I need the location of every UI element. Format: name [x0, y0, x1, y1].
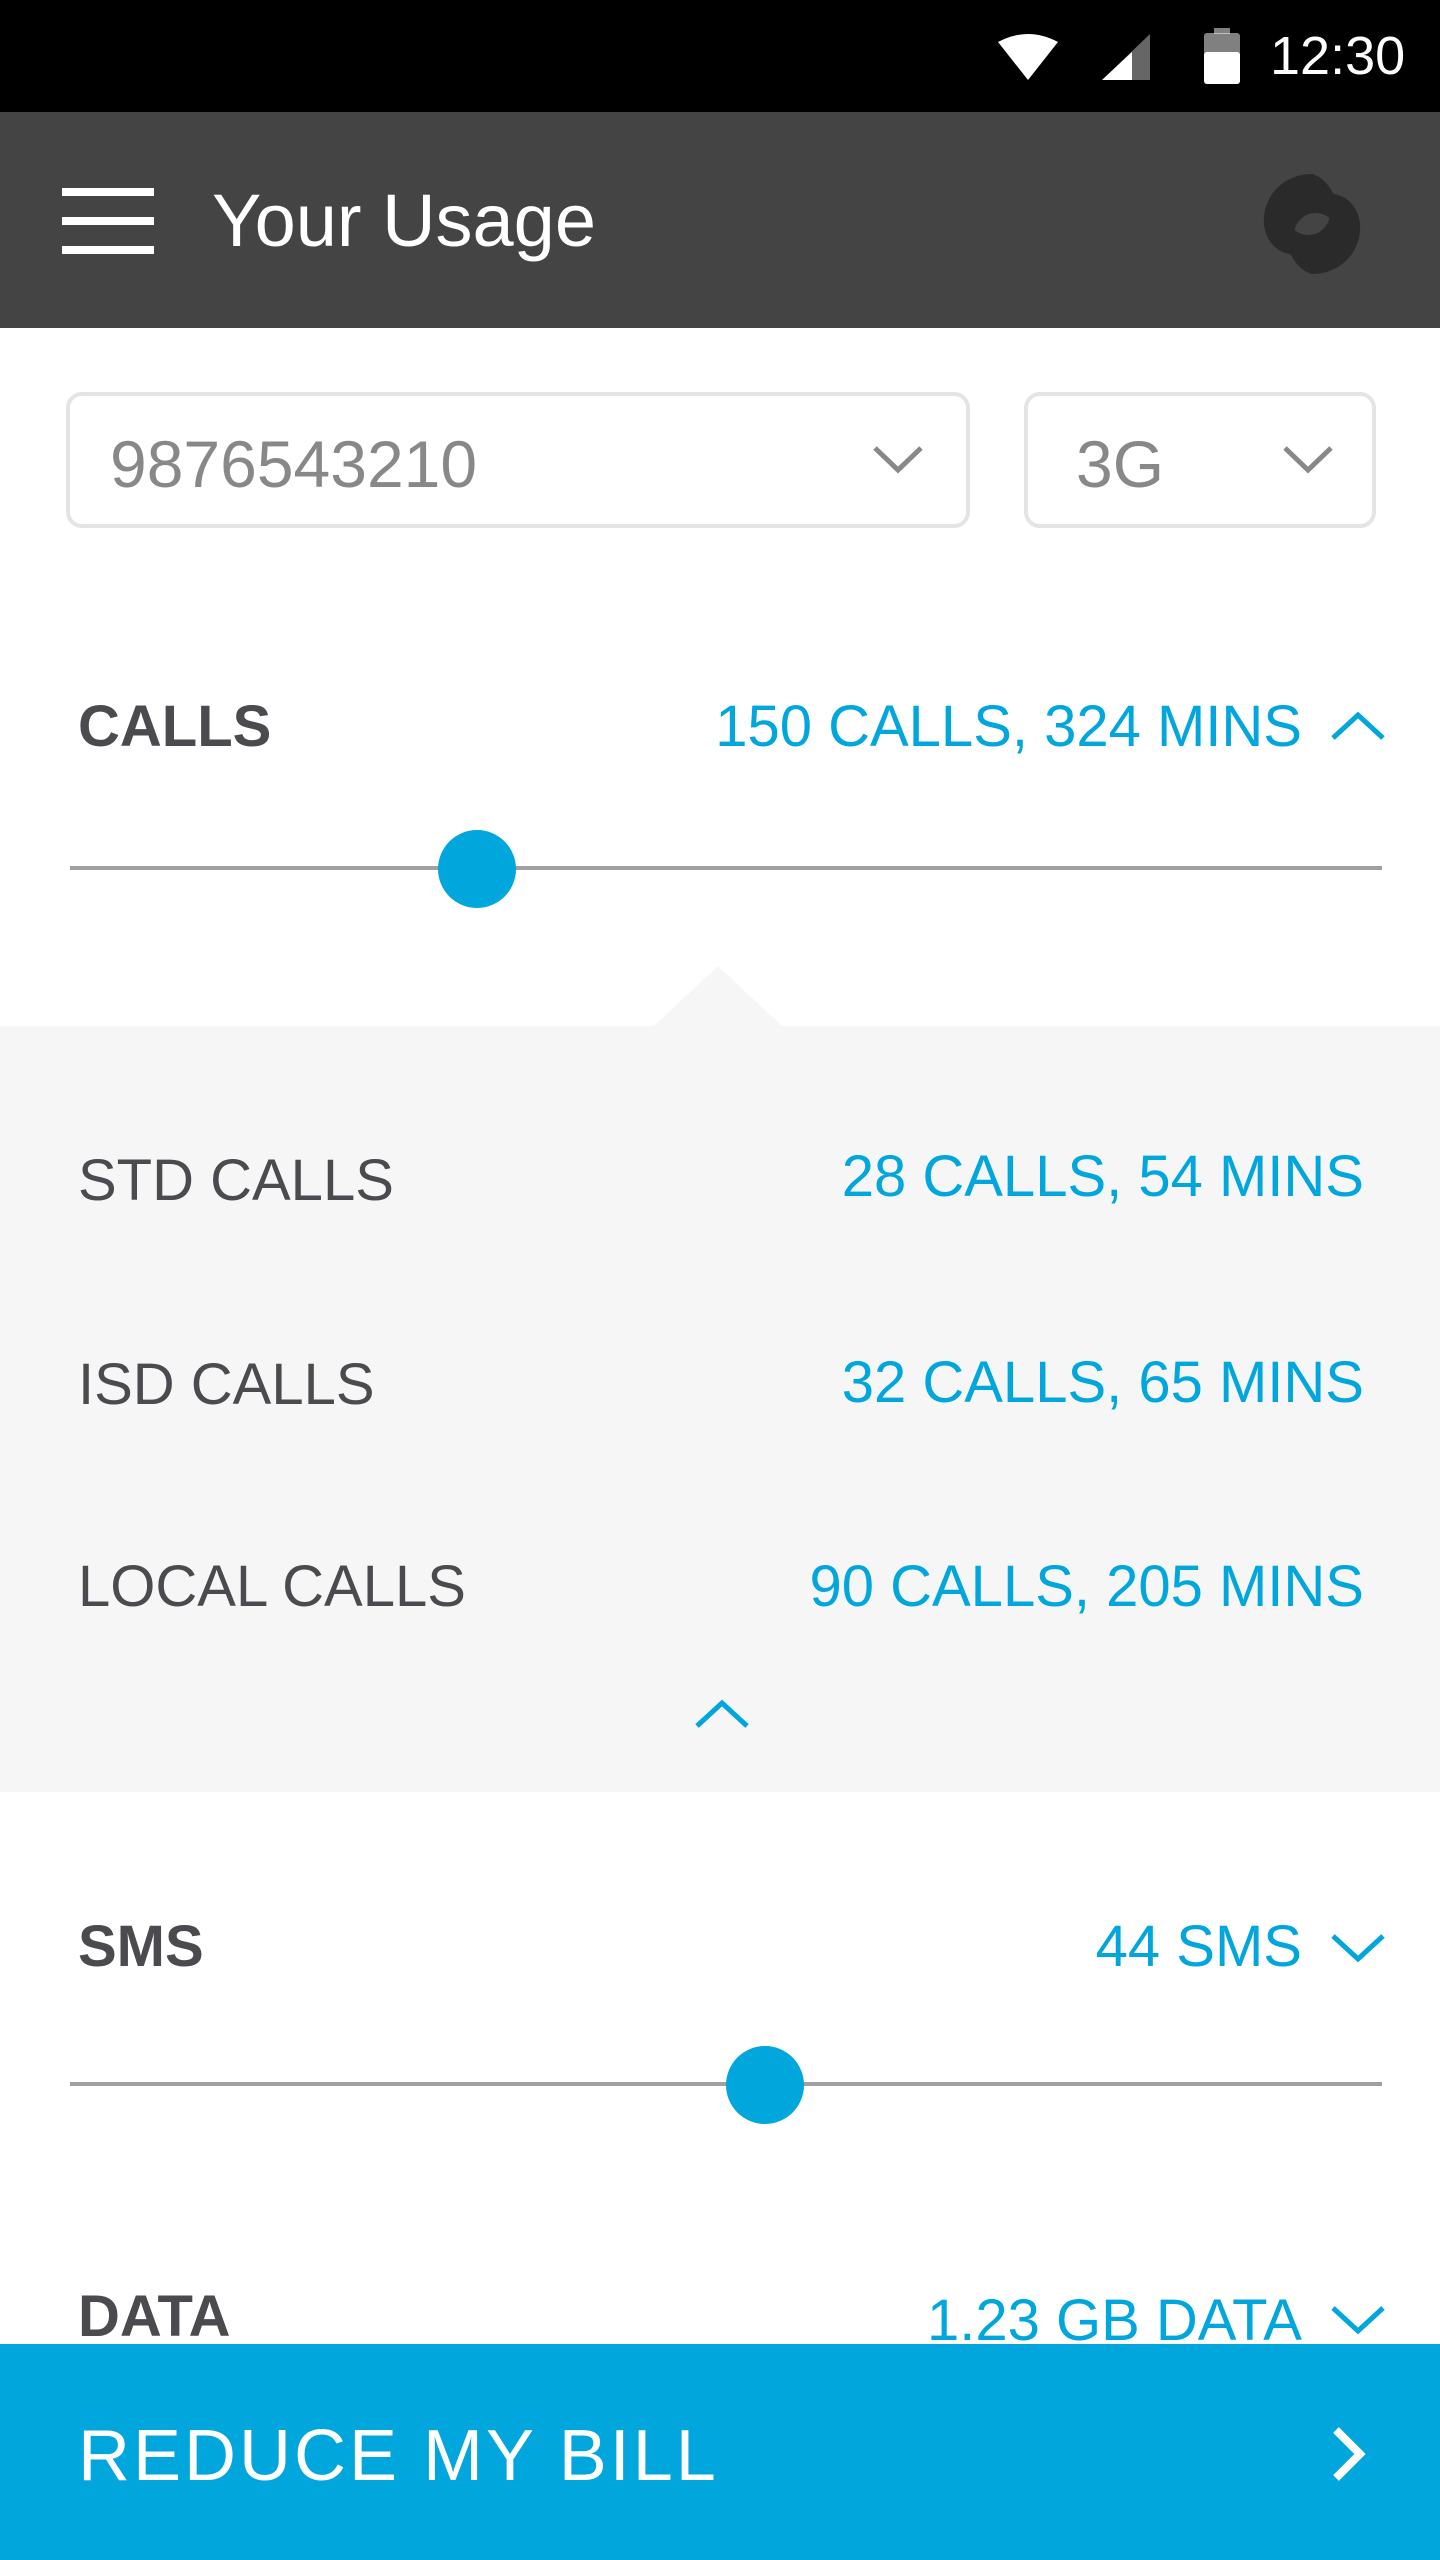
hamburger-menu-icon[interactable] — [62, 188, 154, 254]
chevron-right-icon — [1328, 2424, 1368, 2489]
calls-summary[interactable]: 150 CALLS, 324 MINS — [715, 692, 1302, 762]
local-calls-label: LOCAL CALLS — [78, 1554, 466, 1619]
reduce-bill-button[interactable]: REDUCE MY BILL — [0, 2344, 1440, 2560]
sms-label: SMS — [78, 1914, 204, 1979]
cell-signal-icon — [1102, 34, 1150, 85]
collapse-chevron-icon[interactable] — [694, 1698, 750, 1730]
data-label: DATA — [78, 2284, 231, 2349]
wifi-icon — [998, 34, 1058, 85]
reduce-bill-label: REDUCE MY BILL — [78, 2416, 719, 2496]
chevron-down-icon — [872, 444, 924, 479]
page-title: Your Usage — [212, 179, 596, 262]
breakdown-pointer — [654, 966, 782, 1026]
app-bar: Your Usage — [0, 112, 1440, 328]
chevron-down-icon[interactable] — [1330, 2304, 1386, 2341]
chevron-down-icon[interactable] — [1330, 1932, 1386, 1969]
std-calls-value: 28 CALLS, 54 MINS — [841, 1144, 1364, 1209]
chevron-down-icon — [1282, 444, 1334, 479]
calls-slider-track[interactable] — [70, 866, 1382, 870]
local-calls-value: 90 CALLS, 205 MINS — [809, 1554, 1364, 1619]
std-calls-label: STD CALLS — [78, 1148, 394, 1213]
brand-logo-icon — [1254, 166, 1370, 282]
battery-icon — [1204, 28, 1240, 89]
chevron-up-icon[interactable] — [1330, 710, 1386, 747]
usage-screen: 12:30 Your Usage 9876543210 3G CALLS 150 — [0, 0, 1440, 2560]
sms-slider-thumb[interactable] — [726, 2046, 805, 2124]
isd-calls-value: 32 CALLS, 65 MINS — [841, 1350, 1364, 1415]
status-bar: 12:30 — [0, 0, 1440, 112]
phone-number-value: 9876543210 — [110, 427, 478, 501]
sms-summary[interactable]: 44 SMS — [1096, 1912, 1302, 1982]
network-type-select[interactable]: 3G — [1024, 392, 1376, 528]
calls-slider-thumb[interactable] — [437, 830, 516, 908]
isd-calls-label: ISD CALLS — [78, 1352, 375, 1417]
phone-number-select[interactable]: 9876543210 — [66, 392, 970, 528]
calls-label: CALLS — [78, 694, 272, 759]
network-type-value: 3G — [1076, 427, 1165, 501]
clock-time: 12:30 — [1270, 26, 1406, 86]
